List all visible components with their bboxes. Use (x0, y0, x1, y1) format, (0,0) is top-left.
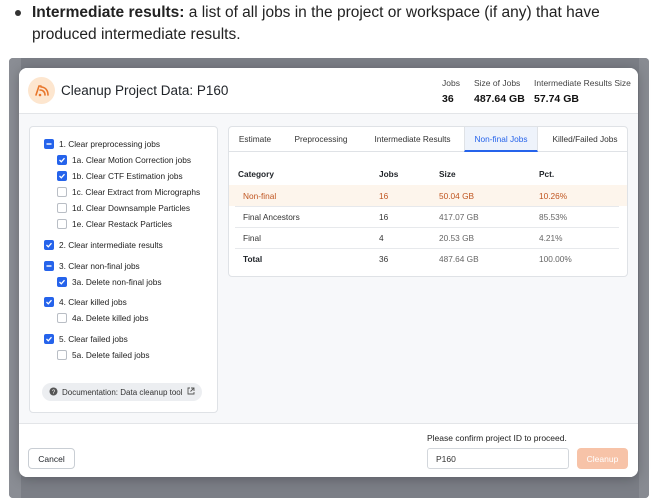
cell-size: 20.53 GB (439, 233, 475, 243)
option-1a[interactable]: 1a. Clear Motion Correction jobs (57, 155, 191, 165)
checkbox-checked-icon[interactable] (57, 171, 67, 181)
checkbox-unchecked-icon[interactable] (57, 219, 67, 229)
option-label: 4a. Delete killed jobs (72, 313, 149, 323)
results-panel: Estimate Preprocessing Intermediate Resu… (228, 126, 628, 277)
checkbox-checked-icon[interactable] (44, 240, 54, 250)
cell-pct: 85.53% (539, 212, 568, 222)
option-label: 1a. Clear Motion Correction jobs (72, 155, 191, 165)
cancel-button[interactable]: Cancel (28, 448, 75, 469)
tab-estimate[interactable]: Estimate (229, 127, 281, 152)
tab-intermediate-results[interactable]: Intermediate Results (361, 127, 464, 152)
checkbox-unchecked-icon[interactable] (57, 187, 67, 197)
doc-bold-lead: Intermediate results: (32, 4, 185, 21)
option-1d[interactable]: 1d. Clear Downsample Particles (57, 203, 190, 213)
checkbox-checked-icon[interactable] (57, 155, 67, 165)
stat-intermediate-value: 57.74 GB (534, 93, 579, 105)
table-row: Non-final 16 50.04 GB 10.26% (229, 185, 627, 206)
modal-footer: Cancel Please confirm project ID to proc… (19, 423, 638, 477)
cell-jobs: 16 (379, 191, 389, 201)
cell-size: 487.64 GB (439, 254, 479, 264)
option-1c[interactable]: 1c. Clear Extract from Micrographs (57, 187, 200, 197)
modal-title: Cleanup Project Data: P160 (61, 83, 229, 98)
stat-intermediate-size: Intermediate Results Size 57.74 GB (534, 78, 631, 105)
cell-jobs: 36 (379, 254, 389, 264)
tab-preprocessing[interactable]: Preprocessing (281, 127, 361, 152)
option-4[interactable]: 4. Clear killed jobs (44, 297, 127, 307)
cleanup-button[interactable]: Cleanup (577, 448, 628, 469)
checkbox-checked-icon[interactable] (57, 277, 67, 287)
checkbox-unchecked-icon[interactable] (57, 350, 67, 360)
option-label: 3. Clear non-final jobs (59, 261, 140, 271)
help-circle-icon: ? (49, 387, 58, 398)
stat-jobs: Jobs 36 (442, 78, 460, 105)
option-label: 1c. Clear Extract from Micrographs (72, 187, 201, 197)
indeterminate-checkbox-icon[interactable] (44, 261, 54, 271)
indeterminate-checkbox-icon[interactable] (44, 139, 54, 149)
checkbox-checked-icon[interactable] (44, 297, 54, 307)
tab-killed-failed-jobs[interactable]: Killed/Failed Jobs (541, 127, 627, 152)
option-label: 5. Clear failed jobs (59, 334, 128, 344)
option-3[interactable]: 3. Clear non-final jobs (44, 261, 140, 271)
doc-paragraph: Intermediate results: a list of all jobs… (0, 0, 670, 58)
option-1b[interactable]: 1b. Clear CTF Estimation jobs (57, 171, 183, 181)
cell-pct: 100.00% (539, 254, 572, 264)
cell-category: Total (243, 254, 263, 264)
cleanup-modal: Cleanup Project Data: P160 Jobs 36 Size … (19, 68, 638, 477)
tab-non-final-jobs[interactable]: Non-final Jobs (464, 127, 538, 152)
column-header-category: Category (238, 169, 274, 179)
option-label: 1b. Clear CTF Estimation jobs (72, 171, 183, 181)
option-5[interactable]: 5. Clear failed jobs (44, 334, 128, 344)
option-2[interactable]: 2. Clear intermediate results (44, 240, 163, 250)
background-sidebar-right (639, 58, 649, 498)
cell-pct: 4.21% (539, 233, 563, 243)
option-4a[interactable]: 4a. Delete killed jobs (57, 313, 149, 323)
checkbox-unchecked-icon[interactable] (57, 313, 67, 323)
confirm-label: Please confirm project ID to proceed. (427, 433, 567, 443)
option-1e[interactable]: 1e. Clear Restack Particles (57, 219, 172, 229)
stat-size-of-jobs: Size of Jobs 487.64 GB (474, 78, 525, 105)
cell-size: 50.04 GB (439, 191, 475, 201)
option-label: 1d. Clear Downsample Particles (72, 203, 191, 213)
option-label: 2. Clear intermediate results (59, 240, 163, 250)
checkbox-unchecked-icon[interactable] (57, 203, 67, 213)
table-row-total: Total 36 487.64 GB 100.00% (229, 248, 627, 269)
documentation-link[interactable]: ? Documentation: Data cleanup tool (42, 383, 202, 401)
option-label: 5a. Delete failed jobs (72, 350, 150, 360)
stat-jobs-value: 36 (442, 93, 454, 105)
cell-category: Final (243, 233, 261, 243)
option-label: 3a. Delete non-final jobs (72, 277, 162, 287)
stat-size-label: Size of Jobs (474, 78, 521, 88)
option-5a[interactable]: 5a. Delete failed jobs (57, 350, 150, 360)
table-row: Final 4 20.53 GB 4.21% (229, 227, 627, 248)
external-link-icon (187, 387, 195, 397)
bullet-icon (15, 10, 21, 16)
tab-bar: Estimate Preprocessing Intermediate Resu… (229, 127, 627, 152)
documentation-link-label: Documentation: Data cleanup tool (62, 387, 183, 397)
cleanup-options-panel: 1. Clear preprocessing jobs 1a. Clear Mo… (29, 126, 218, 413)
stat-intermediate-label: Intermediate Results Size (534, 78, 631, 88)
cell-jobs: 16 (379, 212, 389, 222)
option-label: 1. Clear preprocessing jobs (59, 139, 160, 149)
option-1[interactable]: 1. Clear preprocessing jobs (44, 139, 160, 149)
cell-category: Final Ancestors (243, 212, 300, 222)
project-id-input[interactable] (427, 448, 569, 469)
option-label: 4. Clear killed jobs (59, 297, 127, 307)
cell-category: Non-final (243, 191, 277, 201)
cryosparc-logo-icon (28, 77, 55, 104)
column-header-size: Size (439, 169, 456, 179)
table-row: Final Ancestors 16 417.07 GB 85.53% (229, 206, 627, 227)
option-3a[interactable]: 3a. Delete non-final jobs (57, 277, 161, 287)
doc-text: Intermediate results: a list of all jobs… (32, 2, 642, 46)
column-header-pct: Pct. (539, 169, 555, 179)
cell-pct: 10.26% (539, 191, 568, 201)
cell-size: 417.07 GB (439, 212, 479, 222)
option-label: 1e. Clear Restack Particles (72, 219, 173, 229)
column-header-jobs: Jobs (379, 169, 399, 179)
checkbox-checked-icon[interactable] (44, 334, 54, 344)
stat-size-value: 487.64 GB (474, 93, 525, 105)
stat-jobs-label: Jobs (442, 78, 460, 88)
modal-header: Cleanup Project Data: P160 Jobs 36 Size … (19, 68, 638, 114)
cell-jobs: 4 (379, 233, 384, 243)
